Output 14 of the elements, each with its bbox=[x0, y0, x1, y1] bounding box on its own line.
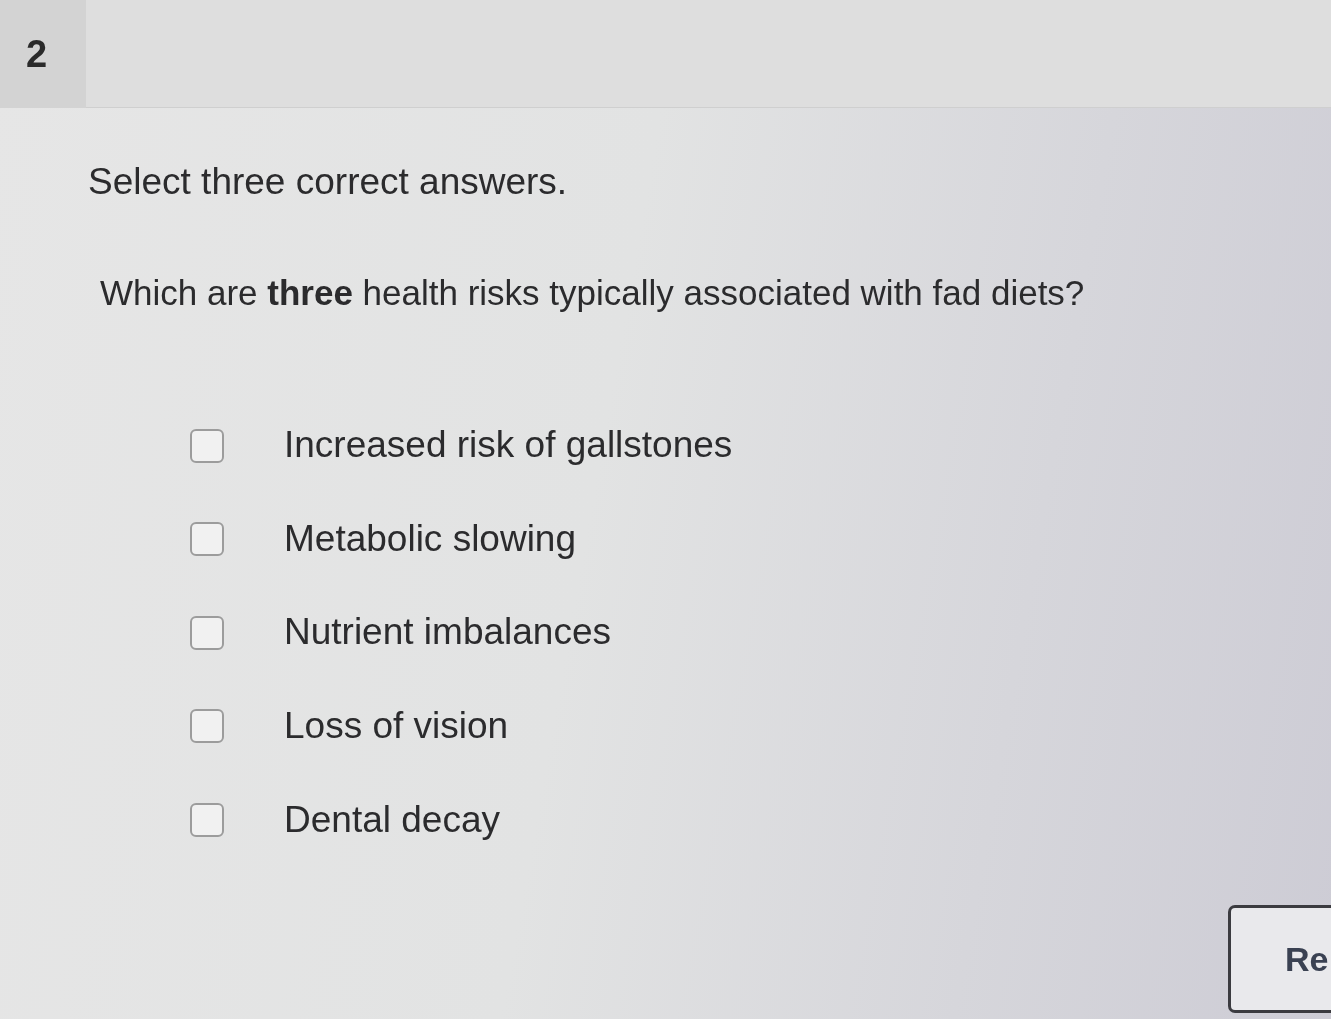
action-button[interactable]: Re bbox=[1228, 905, 1331, 1013]
option-label: Increased risk of gallstones bbox=[284, 424, 733, 467]
option-label: Nutrient imbalances bbox=[284, 611, 611, 655]
option-label: Loss of vision bbox=[284, 705, 509, 748]
option-label: Metabolic slowing bbox=[284, 517, 577, 561]
instruction-text: Select three correct answers. bbox=[88, 160, 569, 204]
option-label: Dental decay bbox=[284, 798, 500, 842]
checkbox[interactable] bbox=[190, 802, 224, 837]
checkbox[interactable] bbox=[190, 522, 224, 557]
checkbox[interactable] bbox=[190, 615, 224, 650]
checkbox[interactable] bbox=[190, 428, 224, 463]
question-number: 2 bbox=[0, 0, 86, 108]
checkbox[interactable] bbox=[190, 709, 224, 744]
question-text: Which are three health risks typically associated with fad diets? bbox=[99, 272, 1086, 315]
